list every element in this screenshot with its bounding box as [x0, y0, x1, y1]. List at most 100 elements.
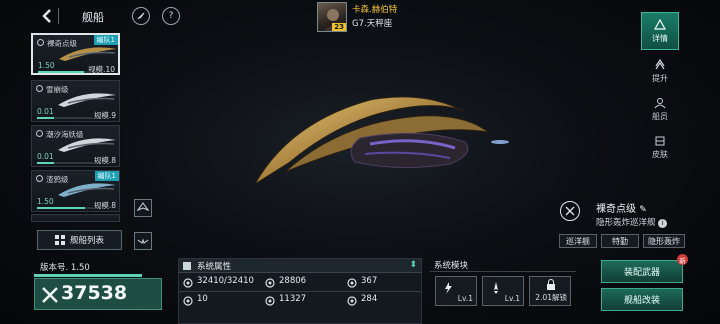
missile-icon — [494, 282, 498, 294]
avatar[interactable]: 23 — [317, 2, 347, 32]
tag-cruiser: 巡洋舰 — [559, 234, 597, 248]
ship-type-icon — [36, 175, 43, 182]
stat-value: 28806 — [279, 276, 307, 286]
new-badge: 新 — [677, 254, 688, 265]
edit-icon[interactable]: ✎ — [639, 205, 647, 215]
ship-card-scale: 规模.10 — [88, 65, 115, 74]
ship-type-icon — [37, 39, 44, 46]
dps-icon — [183, 296, 193, 306]
version-label: 版本号. 1.50 — [40, 263, 90, 273]
hull-icon — [183, 278, 193, 288]
stat-value: 11327 — [279, 294, 307, 304]
module-slot[interactable]: 2.01解锁 — [529, 276, 571, 306]
fleet-toggle-button[interactable] — [134, 199, 152, 217]
version-progress — [34, 274, 142, 277]
ship-card[interactable]: 潮汐海妖级 0.01 规模.8 — [31, 125, 120, 167]
speed-icon — [347, 278, 357, 288]
nav-details[interactable]: 详情 — [641, 12, 679, 50]
firepower-icon — [347, 296, 357, 306]
ship-card-version: 1.50 — [38, 61, 55, 70]
equip-weapons-button[interactable]: 装配武器 — [601, 260, 683, 283]
skin-icon — [655, 136, 665, 145]
equip-weapons-label: 装配武器 — [623, 268, 660, 278]
armor-icon — [265, 278, 275, 288]
nav-upgrade[interactable]: 提升 — [641, 52, 679, 90]
crew-icon — [654, 97, 666, 108]
nav-label: 提升 — [652, 73, 668, 83]
tag-stealth-bomber: 隐形轰炸 — [643, 234, 685, 248]
page-title: 舰船 — [82, 11, 104, 24]
ship-card[interactable]: 裸奇点级 编队1 1.50 规模.10 — [31, 33, 120, 75]
ship-card-scale: 规模.8 — [93, 156, 116, 165]
module-slot[interactable]: Lv.1 — [482, 276, 524, 306]
modules-title: 系统模块 — [434, 261, 469, 271]
module-level: Lv.1 — [457, 294, 473, 303]
ship-refit-label: 舰船改装 — [623, 296, 660, 306]
attributes-header: 系统属性 ⬍ — [179, 259, 421, 273]
back-button[interactable] — [36, 5, 58, 27]
ship-card-scale: 规模.8 — [93, 201, 116, 210]
player-zone: G7.天秤座 — [352, 19, 393, 29]
nav-label: 皮肤 — [652, 149, 668, 159]
ship-card-progress — [37, 207, 93, 209]
attributes-title: 系统属性 — [197, 262, 232, 272]
feather-button[interactable] — [132, 7, 150, 25]
stats-divider — [179, 291, 421, 292]
nav-label: 详情 — [652, 33, 668, 43]
power-box: 37538 — [34, 278, 162, 310]
system-attributes-panel: 系统属性 ⬍ 32410/32410 28806 367 10 11327 284 — [178, 258, 422, 324]
expand-icon[interactable]: ⬍ — [409, 260, 417, 270]
formation-button[interactable] — [134, 232, 152, 250]
crosshair-icon — [565, 206, 575, 216]
ship-type-icon — [36, 130, 43, 137]
ship-card-partial[interactable] — [31, 214, 120, 222]
ship-type-icon — [36, 85, 43, 92]
upgrade-icon — [655, 58, 665, 69]
shield-icon — [265, 296, 275, 306]
ship-class-text: 隐形轰炸巡洋舰 — [596, 218, 656, 228]
module-slot[interactable]: Lv.1 — [435, 276, 477, 306]
ship-card-progress — [37, 117, 93, 119]
main-ship-model — [254, 96, 509, 185]
fleet-badge: 编队1 — [94, 171, 119, 181]
ship-list-button[interactable]: 舰船列表 — [37, 230, 122, 250]
stat-value: 367 — [361, 276, 378, 286]
ship-detail-icon — [654, 18, 666, 30]
nav-label: 船员 — [652, 111, 668, 121]
lock-icon — [547, 279, 555, 290]
ship-name-text: 裸奇点级 — [596, 204, 636, 215]
stat-value: 32410/32410 — [197, 276, 254, 286]
fleet-badge: 编队1 — [93, 35, 118, 45]
ship-name[interactable]: 裸奇点级 ✎ — [596, 200, 647, 215]
ship-card[interactable]: 雪崩级 0.01 规模.9 — [31, 80, 120, 122]
chevron-left-icon — [42, 9, 51, 23]
power-value: 37538 — [61, 282, 128, 304]
bullet-icon — [183, 262, 191, 270]
ship-card[interactable]: 渣鸦级 编队1 1.50 规模.8 — [31, 170, 120, 212]
ship-refit-button[interactable]: 舰船改装 — [601, 288, 683, 311]
lightning-icon — [445, 282, 452, 294]
fleet-icon — [137, 202, 149, 211]
nav-crew[interactable]: 船员 — [641, 90, 679, 128]
ship-class: 隐形轰炸巡洋舰 i — [596, 216, 668, 228]
info-icon[interactable]: i — [658, 219, 668, 228]
module-level: 2.01解锁 — [535, 293, 567, 302]
help-icon: ? — [168, 11, 174, 21]
modules-header: 系统模块 — [430, 258, 576, 272]
ship-card-version: 0.01 — [37, 152, 54, 161]
ship-thumbnail — [58, 93, 116, 107]
nav-skin[interactable]: 皮肤 — [641, 128, 679, 166]
stat-value: 284 — [361, 294, 378, 304]
title-divider — [58, 8, 59, 24]
wings-icon — [137, 238, 149, 244]
ship-card-progress — [38, 71, 92, 73]
ship-card-progress — [37, 162, 93, 164]
ship-card-scale: 规模.9 — [93, 111, 116, 120]
ship-class-emblem — [560, 201, 580, 221]
module-level: Lv.1 — [504, 294, 520, 303]
stat-value: 10 — [197, 294, 208, 304]
help-button[interactable]: ? — [162, 7, 180, 25]
version-panel: 版本号. 1.50 37538 — [34, 258, 164, 324]
ship-list-button-label: 舰船列表 — [69, 236, 104, 246]
ship-card-version: 1.50 — [37, 197, 54, 206]
